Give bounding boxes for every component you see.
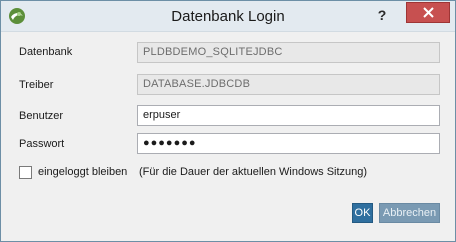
benutzer-label: Benutzer (19, 110, 64, 122)
datenbank-field: PLDBDEMO_SQLITEJDBC (137, 42, 440, 63)
passwort-input[interactable]: ●●●●●●● (137, 133, 440, 154)
benutzer-input[interactable]: erpuser (137, 105, 440, 126)
remember-note: (Für die Dauer der aktuellen Windows Sit… (139, 166, 368, 178)
remember-checkbox[interactable] (19, 166, 32, 179)
title-bar[interactable]: Datenbank Login ? (1, 1, 455, 32)
login-dialog: Datenbank Login ? Datenbank PLDBDEMO_SQL… (0, 0, 456, 242)
cancel-button[interactable]: Abbrechen (379, 203, 440, 223)
treiber-label: Treiber (19, 79, 54, 91)
treiber-field: DATABASE.JDBCDB (137, 74, 440, 95)
close-button[interactable] (406, 2, 450, 23)
dialog-body: Datenbank PLDBDEMO_SQLITEJDBC Treiber DA… (1, 32, 455, 241)
ok-button[interactable]: OK (352, 203, 373, 223)
remember-label[interactable]: eingeloggt bleiben (38, 166, 127, 178)
help-button[interactable]: ? (367, 4, 397, 26)
close-icon (422, 7, 434, 18)
datenbank-label: Datenbank (19, 46, 73, 58)
passwort-label: Passwort (19, 138, 65, 150)
